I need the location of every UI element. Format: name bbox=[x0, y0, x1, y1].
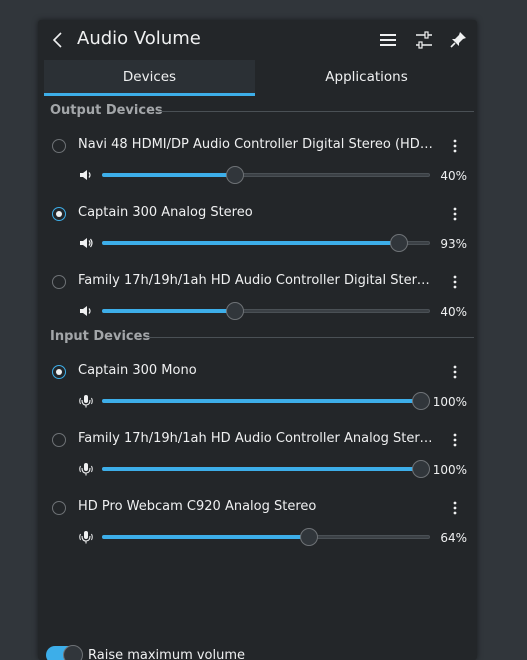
pin-icon[interactable] bbox=[448, 30, 468, 50]
configure-sliders-icon[interactable] bbox=[414, 30, 434, 50]
slider-handle[interactable] bbox=[412, 460, 430, 478]
volume-slider[interactable] bbox=[102, 302, 430, 320]
tab-devices[interactable]: Devices bbox=[44, 60, 255, 96]
more-options-icon[interactable] bbox=[448, 274, 462, 290]
volume-slider[interactable] bbox=[102, 528, 430, 546]
slider-handle[interactable] bbox=[412, 392, 430, 410]
default-device-radio[interactable] bbox=[52, 207, 66, 221]
slider-handle[interactable] bbox=[390, 234, 409, 252]
volume-percent: 100% bbox=[432, 463, 467, 477]
volume-slider[interactable] bbox=[102, 460, 430, 478]
volume-percent: 93% bbox=[440, 237, 467, 251]
default-device-radio[interactable] bbox=[52, 275, 66, 289]
output-device-item: Captain 300 Analog Stereo 93% bbox=[38, 196, 477, 264]
speaker-icon[interactable] bbox=[78, 168, 94, 182]
device-name: Family 17h/19h/1ah HD Audio Controller A… bbox=[78, 431, 434, 446]
more-options-icon[interactable] bbox=[448, 364, 462, 380]
more-options-icon[interactable] bbox=[448, 432, 462, 448]
page-title: Audio Volume bbox=[77, 28, 201, 49]
input-device-item: Family 17h/19h/1ah HD Audio Controller A… bbox=[38, 422, 477, 490]
volume-percent: 40% bbox=[440, 169, 467, 183]
slider-handle[interactable] bbox=[226, 302, 244, 320]
volume-percent: 40% bbox=[440, 305, 467, 319]
output-device-item: Navi 48 HDMI/DP Audio Controller Digital… bbox=[38, 128, 477, 196]
speaker-icon[interactable] bbox=[78, 304, 94, 318]
microphone-icon[interactable] bbox=[78, 394, 94, 408]
volume-slider[interactable] bbox=[102, 234, 430, 252]
more-options-icon[interactable] bbox=[448, 138, 462, 154]
device-name: Family 17h/19h/1ah HD Audio Controller D… bbox=[78, 273, 434, 288]
speaker-icon[interactable] bbox=[78, 236, 94, 250]
back-arrow-icon[interactable] bbox=[50, 30, 66, 50]
raise-max-volume-toggle[interactable] bbox=[46, 645, 83, 660]
input-device-item: Captain 300 Mono 100% bbox=[38, 354, 477, 422]
default-device-radio[interactable] bbox=[52, 365, 66, 379]
device-name: Navi 48 HDMI/DP Audio Controller Digital… bbox=[78, 137, 434, 152]
tab-applications[interactable]: Applications bbox=[261, 60, 472, 96]
more-options-icon[interactable] bbox=[448, 500, 462, 516]
volume-slider[interactable] bbox=[102, 166, 430, 184]
device-name: Captain 300 Analog Stereo bbox=[78, 205, 253, 220]
popup-header: Audio Volume bbox=[38, 20, 477, 60]
default-device-radio[interactable] bbox=[52, 501, 66, 515]
raise-max-volume-label: Raise maximum volume bbox=[88, 648, 246, 660]
more-options-icon[interactable] bbox=[448, 206, 462, 222]
microphone-icon[interactable] bbox=[78, 530, 94, 544]
tab-bar: Devices Applications bbox=[44, 60, 472, 96]
default-device-radio[interactable] bbox=[52, 433, 66, 447]
microphone-icon[interactable] bbox=[78, 462, 94, 476]
section-divider bbox=[158, 111, 474, 112]
section-divider bbox=[146, 337, 474, 338]
slider-handle[interactable] bbox=[226, 166, 244, 184]
slider-handle[interactable] bbox=[300, 528, 319, 546]
input-devices-heading: Input Devices bbox=[50, 329, 151, 344]
default-device-radio[interactable] bbox=[52, 139, 66, 153]
output-device-item: Family 17h/19h/1ah HD Audio Controller D… bbox=[38, 264, 477, 332]
volume-slider[interactable] bbox=[102, 392, 430, 410]
input-device-item: HD Pro Webcam C920 Analog Stereo 64% bbox=[38, 490, 477, 558]
audio-volume-popup: Audio Volume Devices Applications Output… bbox=[38, 20, 477, 660]
device-name: HD Pro Webcam C920 Analog Stereo bbox=[78, 499, 317, 514]
volume-percent: 64% bbox=[440, 531, 467, 545]
volume-percent: 100% bbox=[432, 395, 467, 409]
output-devices-heading: Output Devices bbox=[50, 103, 163, 118]
device-name: Captain 300 Mono bbox=[78, 363, 197, 378]
hamburger-menu-icon[interactable] bbox=[378, 30, 398, 50]
